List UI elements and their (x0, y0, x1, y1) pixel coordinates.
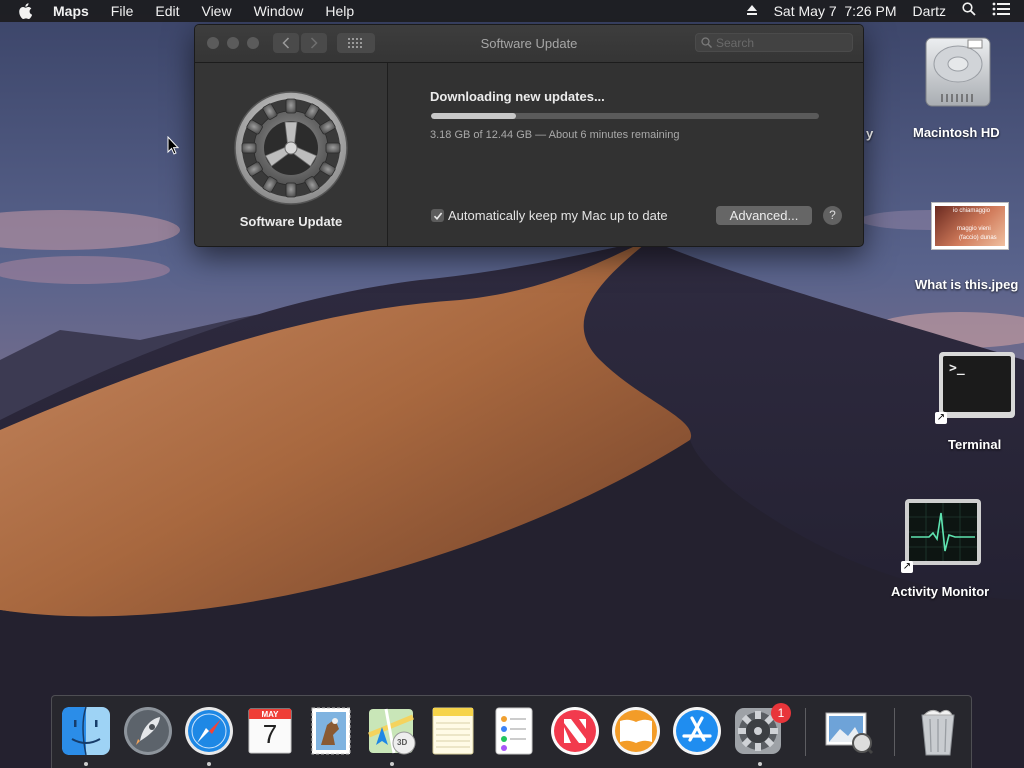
notification-center-menu[interactable] (984, 0, 1024, 22)
thumbnail-text-2: maggio vieni (957, 226, 991, 232)
calendar-day: 7 (262, 719, 278, 749)
thumbnail-text-3: (faccio) dunas (959, 235, 997, 241)
reminders-icon (495, 707, 533, 755)
download-progress-detail: 3.18 GB of 12.44 GB — About 6 minutes re… (430, 129, 680, 141)
download-progress-bar (431, 113, 819, 119)
book-icon (612, 707, 660, 755)
dock-books[interactable] (610, 705, 662, 757)
gear-icon (234, 91, 348, 205)
dock-running-indicator (390, 762, 394, 766)
software-update-window: Software Update Search Software Update D… (194, 24, 864, 247)
menu-app-name[interactable]: Maps (42, 0, 100, 22)
window-sidebar: Software Update (195, 63, 388, 246)
menu-file[interactable]: File (100, 0, 145, 22)
menu-bar: Maps File Edit View Window Help Sat May … (0, 0, 1024, 22)
dock-separator (805, 708, 806, 756)
calendar-month: MAY (261, 710, 279, 719)
dock-safari[interactable] (183, 705, 235, 757)
dock: MAY 7 3D 1 (51, 695, 972, 768)
compass-icon (185, 707, 233, 755)
apple-icon (19, 3, 32, 19)
desktop-icon-terminal[interactable]: >_ (939, 352, 1015, 418)
apple-menu[interactable] (0, 3, 42, 19)
sidebar-title: Software Update (239, 214, 343, 229)
search-icon (962, 2, 976, 16)
desktop-label-terminal[interactable]: Terminal (948, 437, 1001, 452)
chevron-left-icon (282, 37, 290, 49)
download-progress-fill (431, 113, 517, 119)
terminal-icon: >_ (943, 356, 1011, 412)
dock-separator (894, 708, 895, 756)
dock-preview[interactable] (822, 705, 874, 757)
forward-button[interactable] (301, 33, 327, 53)
menu-window[interactable]: Window (243, 0, 315, 22)
menu-clock[interactable]: Sat May 7 7:26 PM (766, 0, 905, 22)
rocket-icon (124, 707, 172, 755)
advanced-button[interactable]: Advanced... (716, 206, 812, 225)
dock-finder[interactable] (60, 705, 112, 757)
dock-launchpad[interactable] (122, 705, 174, 757)
desktop-label-activity-monitor[interactable]: Activity Monitor (891, 584, 989, 599)
alias-arrow-icon: ↗ (935, 412, 947, 424)
maps-3d-badge: 3D (397, 738, 408, 747)
desktop-icon-jpeg[interactable]: io chiamaggio maggio vieni (faccio) duna… (931, 202, 1009, 250)
desktop-icon-macintosh-hd[interactable] (916, 32, 1000, 112)
dock-running-indicator (758, 762, 762, 766)
grid-icon (348, 38, 362, 48)
back-button[interactable] (273, 33, 299, 53)
dock-running-indicator (84, 762, 88, 766)
menu-user[interactable]: Dartz (905, 0, 954, 22)
dock-app-store[interactable] (671, 705, 723, 757)
news-icon (551, 707, 599, 755)
menu-help[interactable]: Help (314, 0, 365, 22)
desktop-partial-label[interactable]: y (866, 126, 873, 141)
eject-icon (746, 5, 757, 15)
dock-mail[interactable] (305, 705, 357, 757)
preview-icon (825, 712, 874, 755)
menu-view[interactable]: View (190, 0, 242, 22)
search-field[interactable] (695, 33, 853, 52)
chevron-right-icon (310, 37, 318, 49)
help-button[interactable]: ? (823, 206, 842, 225)
desktop-icon-activity-monitor[interactable] (905, 499, 981, 565)
list-icon (992, 2, 1010, 16)
mail-stamp-icon (311, 707, 351, 755)
app-store-icon (673, 707, 721, 755)
eject-menu[interactable] (738, 0, 766, 22)
map-icon (368, 708, 416, 755)
mouse-cursor-icon (167, 136, 179, 155)
dock-calendar[interactable]: MAY 7 (244, 705, 296, 757)
dock-notes[interactable] (427, 705, 479, 757)
checkmark-icon (433, 212, 442, 220)
search-input[interactable] (716, 34, 848, 51)
notes-icon (432, 707, 474, 755)
hard-drive-icon (925, 37, 991, 107)
image-thumbnail: io chiamaggio maggio vieni (faccio) duna… (935, 206, 1005, 246)
update-status-title: Downloading new updates... (430, 89, 605, 104)
menu-edit[interactable]: Edit (144, 0, 190, 22)
alias-arrow-icon: ↗ (901, 561, 913, 573)
activity-monitor-icon (909, 503, 977, 561)
spotlight-menu[interactable] (954, 0, 984, 22)
auto-update-checkbox[interactable] (431, 209, 444, 222)
dock-maps[interactable]: 3D (366, 705, 418, 757)
system-preferences-badge: 1 (771, 703, 791, 723)
close-window-button[interactable] (207, 37, 219, 49)
terminal-prompt: >_ (949, 361, 965, 376)
finder-icon (62, 706, 110, 756)
dock-reminders[interactable] (488, 705, 540, 757)
dock-trash[interactable] (912, 705, 964, 757)
zoom-window-button[interactable] (247, 37, 259, 49)
desktop-label-jpeg[interactable]: What is this.jpeg (915, 277, 1018, 292)
auto-update-label[interactable]: Automatically keep my Mac up to date (448, 208, 668, 223)
minimize-window-button[interactable] (227, 37, 239, 49)
dock-running-indicator (207, 762, 211, 766)
search-icon (701, 37, 712, 48)
show-all-button[interactable] (337, 33, 375, 53)
desktop-label-macintosh-hd[interactable]: Macintosh HD (913, 125, 1000, 140)
thumbnail-text-1: io chiamaggio (953, 208, 991, 214)
window-titlebar[interactable]: Software Update (195, 25, 863, 63)
trash-icon (921, 709, 955, 756)
dock-news[interactable] (549, 705, 601, 757)
